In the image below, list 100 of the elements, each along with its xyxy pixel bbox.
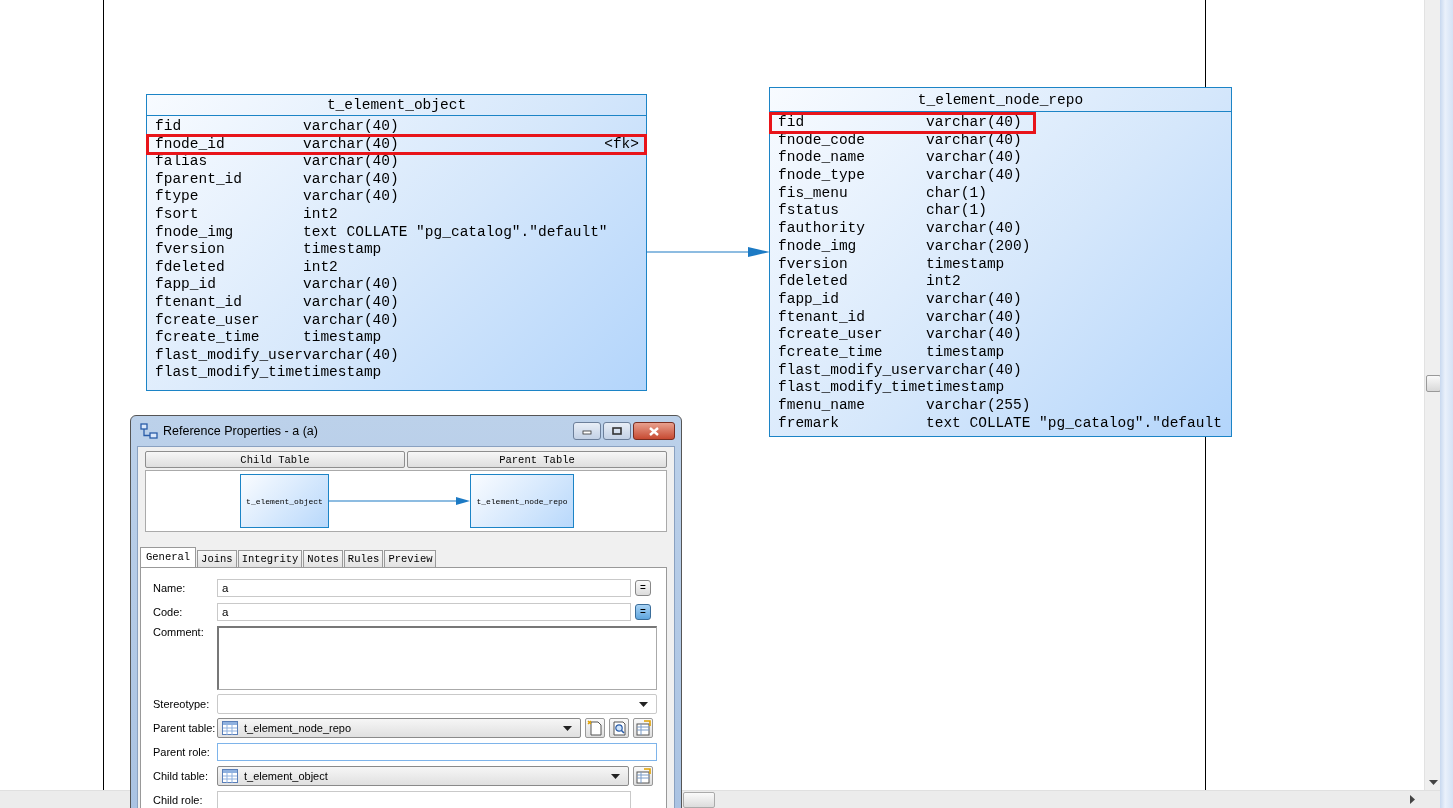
column-name: fdeleted bbox=[778, 273, 849, 291]
column-name: fcreate_user bbox=[155, 311, 261, 330]
column-name: ftenant_id bbox=[155, 293, 243, 312]
column-type: char(1) bbox=[926, 202, 987, 221]
table-box: t_element_object bbox=[240, 474, 329, 528]
tab[interactable]: General bbox=[140, 547, 197, 567]
column-type: varchar(40) bbox=[926, 290, 1022, 309]
column-type: text COLLATE "pg_catalog"."default bbox=[926, 414, 1222, 433]
table-box: t_element_node_repo bbox=[470, 474, 574, 528]
comment-field[interactable] bbox=[217, 626, 657, 690]
scroll-thumb[interactable] bbox=[683, 792, 715, 808]
input-field[interactable]: a bbox=[217, 603, 631, 621]
dropdown[interactable]: t_element_node_repo bbox=[217, 718, 581, 738]
column-name: fnode_img bbox=[778, 237, 858, 256]
column-type: varchar(40) bbox=[303, 118, 399, 136]
input-field[interactable] bbox=[217, 743, 657, 761]
close-icon[interactable] bbox=[648, 426, 660, 436]
column-name: fnode_name bbox=[778, 149, 866, 168]
column-name: fid bbox=[778, 114, 806, 132]
column-type: varchar(40) bbox=[303, 293, 399, 312]
column-type: varchar(200) bbox=[926, 237, 1031, 256]
column-type: timestamp bbox=[303, 329, 382, 347]
column-header[interactable]: Child Table bbox=[145, 451, 405, 468]
column-type: char(1) bbox=[926, 184, 987, 203]
column-type: timestamp bbox=[926, 255, 1005, 274]
column-name: fcreate_user bbox=[778, 326, 884, 344]
column-name: fmenu_name bbox=[778, 397, 866, 415]
caret-icon[interactable] bbox=[639, 701, 648, 707]
column-type: varchar(40) bbox=[303, 170, 399, 189]
column-type: varchar(40) bbox=[926, 114, 1022, 132]
tab[interactable]: Preview bbox=[384, 550, 437, 567]
field-label: Code: bbox=[153, 606, 184, 618]
column-type: int2 bbox=[303, 205, 338, 224]
column-name: fnode_type bbox=[778, 167, 866, 185]
column-name: ftenant_id bbox=[778, 308, 866, 327]
table-icon bbox=[222, 769, 238, 783]
column-name: fremark bbox=[778, 414, 840, 433]
column-type: int2 bbox=[926, 273, 961, 291]
column-type: varchar(40) bbox=[926, 131, 1022, 150]
column-type: varchar(40) bbox=[303, 153, 399, 171]
minimize-icon[interactable] bbox=[582, 427, 592, 435]
column-name: fcreate_time bbox=[155, 329, 261, 347]
table-icon bbox=[222, 721, 238, 735]
tab[interactable]: Integrity bbox=[237, 550, 303, 567]
input-field[interactable]: a bbox=[217, 579, 631, 597]
column-name: flast_modify_time bbox=[778, 379, 926, 397]
field-label: Parent role: bbox=[153, 746, 211, 758]
column-name: fversion bbox=[778, 255, 849, 274]
column-type: varchar(40) bbox=[926, 149, 1022, 168]
column-type: varchar(40) bbox=[926, 167, 1022, 185]
column-name: fstatus bbox=[778, 202, 840, 221]
column-type: varchar(40) bbox=[303, 276, 399, 294]
equals-button[interactable]: = bbox=[635, 604, 651, 620]
column-name: fdeleted bbox=[155, 258, 226, 277]
column-type: int2 bbox=[303, 258, 338, 277]
column-name: fis_menu bbox=[778, 184, 849, 203]
dropdown[interactable]: t_element_object bbox=[217, 766, 629, 786]
field-label: Child table: bbox=[153, 770, 210, 782]
column-name: fapp_id bbox=[155, 276, 217, 294]
column-type: varchar(40) bbox=[303, 135, 399, 154]
table-title: t_element_object bbox=[147, 95, 646, 116]
column-name: fid bbox=[155, 118, 183, 136]
column-type: varchar(40) bbox=[926, 308, 1022, 327]
maximize-icon[interactable] bbox=[612, 427, 622, 435]
tab[interactable]: Notes bbox=[303, 550, 343, 567]
equals-button[interactable]: = bbox=[635, 580, 651, 596]
minimize-button[interactable] bbox=[573, 422, 601, 440]
tab[interactable]: Rules bbox=[343, 550, 384, 567]
field-label: Comment: bbox=[153, 626, 205, 638]
field-label: Stereotype: bbox=[153, 698, 211, 710]
column-name: fcreate_time bbox=[778, 343, 884, 362]
column-name: fversion bbox=[155, 241, 226, 259]
column-type: varchar(255) bbox=[926, 397, 1031, 415]
column-name: fsort bbox=[155, 205, 200, 224]
column-name: flast_modify_user bbox=[155, 346, 303, 365]
column-type: varchar(40) bbox=[303, 311, 399, 330]
column-name: fnode_id bbox=[155, 135, 226, 154]
table-title: t_element_node_repo bbox=[770, 88, 1231, 112]
column-name: fparent_id bbox=[155, 170, 243, 189]
column-name: flast_modify_user bbox=[778, 361, 926, 380]
right-arrow-icon[interactable] bbox=[1410, 795, 1415, 804]
column-name: fnode_code bbox=[778, 131, 866, 150]
column-type: varchar(40) bbox=[926, 220, 1022, 238]
caret-icon[interactable] bbox=[563, 725, 572, 731]
field-label: Child role: bbox=[153, 794, 204, 806]
tab[interactable]: Joins bbox=[197, 550, 237, 567]
caret-icon[interactable] bbox=[611, 773, 620, 779]
close-button[interactable] bbox=[633, 422, 675, 440]
column-type: varchar(40) bbox=[926, 361, 1022, 380]
key-tag: <fk> bbox=[604, 135, 639, 154]
down-arrow-icon[interactable] bbox=[1429, 780, 1438, 785]
column-name: flast_modify_time bbox=[155, 364, 303, 382]
column-name: ftype bbox=[155, 188, 200, 206]
maximize-button[interactable] bbox=[603, 422, 631, 440]
field-label: Parent table: bbox=[153, 722, 213, 734]
column-type: text COLLATE "pg_catalog"."default" bbox=[303, 223, 608, 242]
window-title: Reference Properties - a (a) bbox=[163, 424, 318, 438]
input-field[interactable] bbox=[217, 791, 631, 808]
column-type: varchar(40) bbox=[303, 346, 399, 365]
column-header[interactable]: Parent Table bbox=[407, 451, 667, 468]
